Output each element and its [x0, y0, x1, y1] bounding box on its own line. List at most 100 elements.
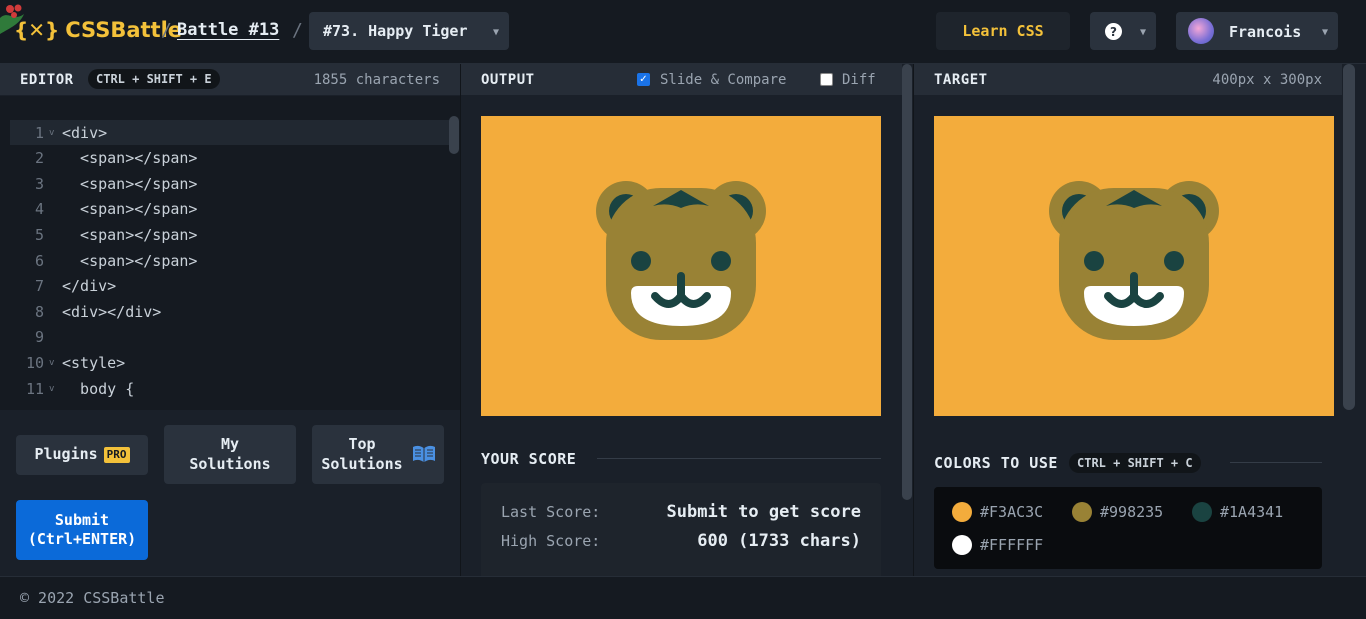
line-number: 6 — [34, 251, 44, 270]
last-score-label: Last Score: — [501, 503, 601, 521]
breadcrumb-separator: / — [161, 20, 172, 41]
code-text: <span></span> — [62, 149, 198, 168]
editor-header: EDITOR CTRL + SHIFT + E 1855 characters — [0, 64, 460, 96]
color-swatch[interactable]: #FFFFFF — [952, 535, 1043, 555]
code-line[interactable]: 5 <span></span> — [10, 222, 458, 247]
code-line[interactable]: 8 <div></div> — [10, 299, 458, 324]
diff-label[interactable]: Diff — [842, 72, 876, 88]
color-code: #F3AC3C — [980, 503, 1044, 521]
target-preview[interactable] — [934, 116, 1334, 416]
logo[interactable]: {✕} CSSBattle — [14, 18, 182, 42]
color-code: #FFFFFF — [980, 536, 1044, 554]
colors-title: COLORS TO USE — [934, 454, 1058, 472]
line-number: 8 — [34, 302, 44, 321]
target-select-label: #73. Happy Tiger — [323, 22, 468, 40]
code-line[interactable]: 10 v <style> — [10, 350, 458, 375]
code-text: <div></div> — [62, 302, 162, 321]
top-solutions-label: Top Solutions — [321, 435, 403, 473]
high-score-value: 600 (1733 chars) — [697, 531, 861, 551]
high-score-label: High Score: — [501, 532, 601, 550]
color-code: #998235 — [1100, 503, 1164, 521]
editor-scrollbar[interactable] — [449, 116, 459, 154]
top-solutions-button[interactable]: Top Solutions — [312, 425, 444, 484]
line-number: 10 — [25, 353, 44, 372]
code-line[interactable]: 6 <span></span> — [10, 248, 458, 273]
colors-panel: #F3AC3C #998235 #1A4341 #FFFFFF — [934, 487, 1322, 569]
code-text: <span></span> — [62, 225, 198, 244]
color-dot — [952, 535, 972, 555]
color-swatch[interactable]: #1A4341 — [1192, 502, 1283, 522]
code-text: <style> — [62, 353, 126, 372]
color-dot — [1072, 502, 1092, 522]
line-number: 11 — [25, 379, 44, 398]
user-name: Francois — [1229, 23, 1302, 41]
panel-divider[interactable] — [460, 64, 461, 576]
code-line[interactable]: 2 <span></span> — [10, 146, 458, 171]
slide-compare-checkbox[interactable]: ✓ — [637, 73, 650, 86]
divider — [1230, 462, 1322, 463]
code-line[interactable]: 3 <span></span> — [10, 171, 458, 196]
color-dot — [952, 502, 972, 522]
line-number: 4 — [34, 200, 44, 219]
submit-button[interactable]: Submit (Ctrl+ENTER) — [16, 500, 148, 560]
diff-checkbox[interactable] — [820, 73, 833, 86]
logo-mark-icon: {✕} — [14, 18, 60, 42]
pro-badge: PRO — [103, 446, 130, 464]
color-code: #1A4341 — [1220, 503, 1284, 521]
line-number: 7 — [34, 277, 44, 296]
output-header: OUTPUT ✓ Slide & Compare Diff — [461, 64, 902, 96]
panel-divider[interactable] — [913, 64, 914, 576]
plugins-button[interactable]: Plugins PRO — [16, 435, 148, 475]
code-text: </div> — [62, 277, 117, 296]
fold-chevron-icon[interactable]: v — [44, 384, 62, 394]
learn-css-button[interactable]: Learn CSS — [936, 12, 1070, 50]
code-text: <span></span> — [62, 174, 198, 193]
help-icon: ? — [1105, 23, 1122, 40]
output-preview[interactable] — [481, 116, 881, 416]
tiger-illustration — [596, 181, 766, 340]
slide-compare-label[interactable]: Slide & Compare — [660, 72, 786, 88]
line-number: 9 — [34, 328, 44, 347]
code-line[interactable]: 11 v body { — [10, 376, 458, 401]
score-title: YOUR SCORE — [481, 450, 577, 468]
page-scrollbar[interactable] — [1343, 64, 1355, 410]
chevron-down-icon: ▼ — [492, 27, 499, 38]
color-swatch[interactable]: #998235 — [1072, 502, 1163, 522]
battle-link[interactable]: Battle #13 — [177, 20, 279, 40]
my-solutions-button[interactable]: My Solutions — [164, 425, 296, 484]
fold-chevron-icon[interactable]: v — [44, 128, 62, 138]
top-bar: {✕} CSSBattle / Battle #13 / #73. Happy … — [0, 0, 1366, 64]
code-line[interactable]: 7 </div> — [10, 274, 458, 299]
output-title: OUTPUT — [481, 72, 535, 88]
code-editor[interactable]: 1 v <div> 2 <span></span> 3 <span></span> 4 <… — [0, 96, 460, 410]
colors-shortcut: CTRL + SHIFT + C — [1069, 453, 1201, 473]
footer: © 2022 CSSBattle — [0, 576, 1366, 619]
editor-shortcut: CTRL + SHIFT + E — [88, 69, 220, 89]
user-menu-button[interactable]: Francois ▼ — [1176, 12, 1338, 50]
target-title: TARGET — [934, 72, 988, 88]
target-select[interactable]: #73. Happy Tiger ▼ — [309, 12, 509, 50]
code-line[interactable]: 4 <span></span> — [10, 197, 458, 222]
editor-title: EDITOR — [20, 72, 74, 88]
target-header: TARGET 400px x 300px — [914, 64, 1342, 96]
code-text: <span></span> — [62, 200, 198, 219]
code-text: <div> — [62, 123, 108, 142]
fold-chevron-icon[interactable]: v — [44, 358, 62, 368]
help-button[interactable]: ? ▼ — [1090, 12, 1156, 50]
code-line[interactable]: 1 v <div> — [10, 120, 458, 145]
color-swatch[interactable]: #F3AC3C — [952, 502, 1043, 522]
line-number: 5 — [34, 225, 44, 244]
line-number: 2 — [34, 149, 44, 168]
chevron-down-icon: ▼ — [1321, 27, 1328, 38]
plugins-label: Plugins — [34, 445, 98, 464]
output-scrollbar[interactable] — [902, 64, 912, 500]
code-text: body { — [62, 379, 135, 398]
copyright: © 2022 CSSBattle — [20, 589, 165, 607]
last-score-value: Submit to get score — [666, 502, 861, 522]
divider — [597, 458, 881, 459]
breadcrumb-separator: / — [292, 20, 303, 41]
score-panel: Last Score: Submit to get score High Sco… — [481, 483, 881, 583]
code-line[interactable]: 9 — [10, 325, 458, 350]
avatar — [1188, 18, 1214, 44]
code-text: <span></span> — [62, 251, 198, 270]
